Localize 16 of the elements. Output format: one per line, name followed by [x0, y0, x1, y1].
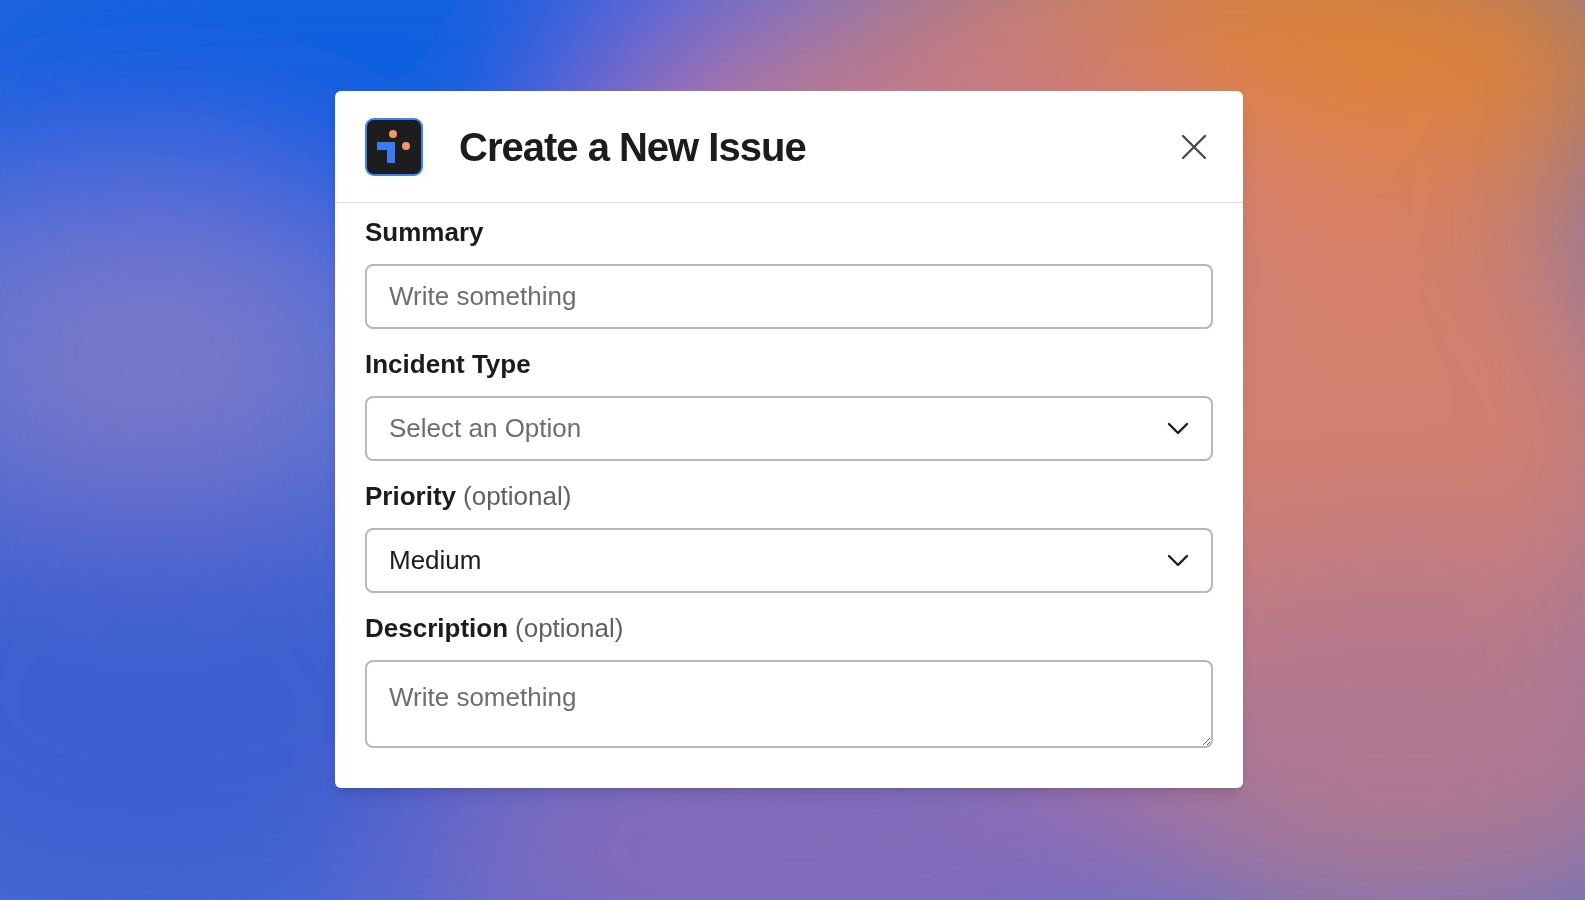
chevron-down-icon: [1167, 421, 1189, 436]
app-logo-icon: [365, 117, 423, 176]
field-label: Incident Type: [365, 351, 531, 377]
field-label: Priority: [365, 483, 457, 509]
dialog-title: Create a New Issue: [459, 123, 806, 171]
dropdown-placeholder: Select an Option: [389, 412, 582, 445]
summary-field[interactable]: Write something: [365, 264, 1213, 329]
description-field[interactable]: Write something: [365, 660, 1213, 748]
optional-hint: (optional): [515, 615, 624, 641]
chevron-down-icon: [1167, 553, 1189, 568]
dropdown-field[interactable]: Medium: [365, 528, 1213, 593]
field-label: Summary: [365, 219, 484, 245]
dropdown-value: Medium: [389, 544, 482, 577]
dropdown-field[interactable]: Select an Option: [365, 396, 1213, 461]
optional-hint: (optional): [463, 483, 572, 509]
field-label: Description: [365, 615, 509, 641]
